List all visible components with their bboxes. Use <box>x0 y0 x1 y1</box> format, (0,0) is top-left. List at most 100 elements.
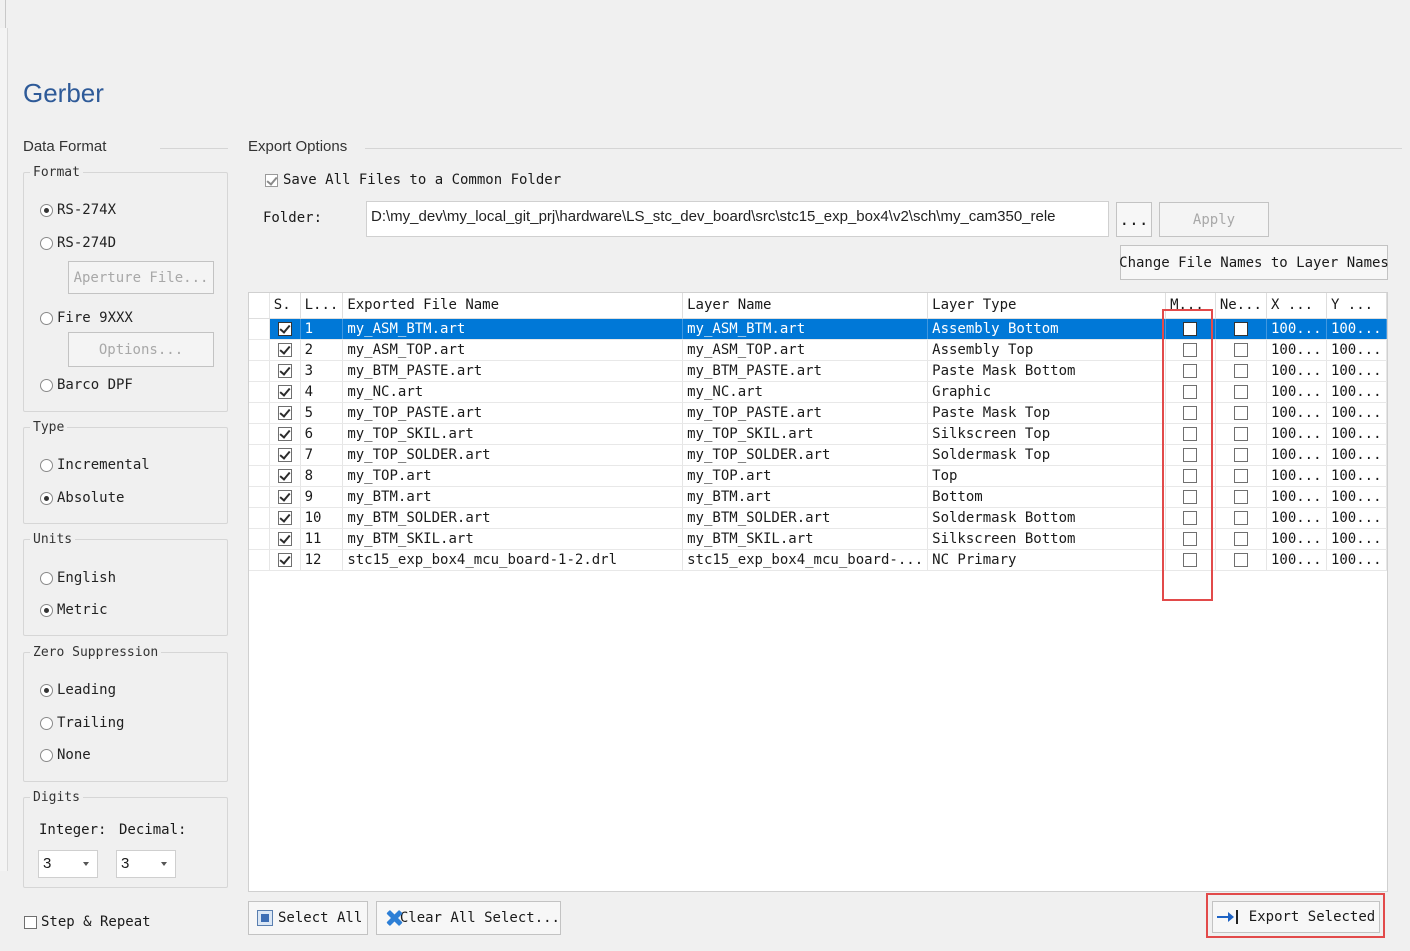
radio-none[interactable]: None <box>40 747 91 763</box>
checkbox-box <box>277 363 292 378</box>
table-row[interactable]: 10 my_BTM_SOLDER.art my_BTM_SOLDER.art Sold… <box>249 507 1387 529</box>
clear-all-select-button[interactable]: Clear All Select... <box>376 901 561 935</box>
negative-checkbox[interactable] <box>1215 549 1267 571</box>
radio-dot <box>40 311 53 325</box>
select-all-icon <box>257 910 273 926</box>
layer-name: my_TOP_PASTE.art <box>682 402 929 424</box>
radio-trailing[interactable]: Trailing <box>40 715 124 731</box>
column-header[interactable]: X ... <box>1266 293 1327 319</box>
x-value: 100... <box>1266 444 1327 466</box>
negative-checkbox[interactable] <box>1215 360 1267 382</box>
radio-dot <box>40 491 53 505</box>
radio-fire9xxx[interactable]: Fire 9XXX <box>40 310 133 326</box>
layers-grid[interactable]: S. L... Exported File Name Layer Name La… <box>248 292 1388 892</box>
table-row[interactable]: 1 my_ASM_BTM.art my_ASM_BTM.art Assembly Bo… <box>249 318 1387 340</box>
negative-checkbox[interactable] <box>1215 507 1267 529</box>
radio-absolute[interactable]: Absolute <box>40 490 124 506</box>
table-row[interactable]: 8 my_TOP.art my_TOP.art Top 100... 100... <box>249 465 1387 487</box>
negative-checkbox[interactable] <box>1215 528 1267 550</box>
export-selected-button[interactable]: Export Selected <box>1212 901 1380 933</box>
radio-barco-dpf[interactable]: Barco DPF <box>40 377 133 393</box>
negative-checkbox[interactable] <box>1215 465 1267 487</box>
column-header[interactable]: Layer Name <box>682 293 929 319</box>
negative-checkbox[interactable] <box>1215 381 1267 403</box>
decimal-combo[interactable]: 3 <box>116 850 176 878</box>
row-select-checkbox[interactable] <box>269 444 301 466</box>
column-header[interactable]: L... <box>300 293 344 319</box>
table-row[interactable]: 4 my_NC.art my_NC.art Graphic 100... 100... <box>249 381 1387 403</box>
negative-checkbox[interactable] <box>1215 486 1267 508</box>
table-row[interactable]: 2 my_ASM_TOP.art my_ASM_TOP.art Assembly To… <box>249 339 1387 361</box>
layer-name: my_TOP_SOLDER.art <box>682 444 929 466</box>
aperture-file-button[interactable]: Aperture File... <box>68 261 214 294</box>
browse-button[interactable]: ... <box>1116 202 1152 237</box>
negative-checkbox[interactable] <box>1215 444 1267 466</box>
row-select-checkbox[interactable] <box>269 549 301 571</box>
decimal-label: Decimal: <box>119 822 187 838</box>
format-legend: Format <box>33 165 80 180</box>
column-header[interactable]: S. <box>269 293 301 319</box>
radio-rs274d[interactable]: RS-274D <box>40 235 116 251</box>
exported-file-name: my_TOP.art <box>342 465 684 487</box>
table-row[interactable]: 3 my_BTM_PASTE.art my_BTM_PASTE.art Paste M… <box>249 360 1387 382</box>
row-select-checkbox[interactable] <box>269 507 301 529</box>
layer-name: my_TOP_SKIL.art <box>682 423 929 445</box>
save-common-folder-checkbox[interactable]: Save All Files to a Common Folder <box>265 172 561 188</box>
radio-english[interactable]: English <box>40 570 116 586</box>
row-select-checkbox[interactable] <box>269 381 301 403</box>
radio-leading[interactable]: Leading <box>40 682 116 698</box>
radio-incremental[interactable]: Incremental <box>40 457 150 473</box>
exported-file-name: my_TOP_SKIL.art <box>342 423 684 445</box>
negative-checkbox[interactable] <box>1215 318 1267 340</box>
row-header <box>249 507 270 529</box>
table-row[interactable]: 9 my_BTM.art my_BTM.art Bottom 100... 100... <box>249 486 1387 508</box>
column-header[interactable]: Layer Type <box>927 293 1167 319</box>
negative-checkbox[interactable] <box>1215 402 1267 424</box>
integer-label: Integer: <box>39 822 107 838</box>
table-row[interactable]: 6 my_TOP_SKIL.art my_TOP_SKIL.art Silkscree… <box>249 423 1387 445</box>
row-select-checkbox[interactable] <box>269 339 301 361</box>
layer-number: 4 <box>300 381 344 403</box>
row-select-checkbox[interactable] <box>269 402 301 424</box>
checkbox-box <box>265 173 278 187</box>
step-repeat-checkbox[interactable]: Step & Repeat <box>24 914 151 930</box>
layer-number: 3 <box>300 360 344 382</box>
folder-input[interactable]: D:\my_dev\my_local_git_prj\hardware\LS_s… <box>366 201 1109 237</box>
negative-checkbox[interactable] <box>1215 423 1267 445</box>
table-row[interactable]: 7 my_TOP_SOLDER.art my_TOP_SOLDER.art Solde… <box>249 444 1387 466</box>
column-header[interactable]: Exported File Name <box>342 293 684 319</box>
integer-combo[interactable]: 3 <box>38 850 98 878</box>
radio-rs274x[interactable]: RS-274X <box>40 202 116 218</box>
column-header[interactable]: Ne... <box>1215 293 1267 319</box>
x-value: 100... <box>1266 507 1327 529</box>
table-row[interactable]: 12 stc15_exp_box4_mcu_board-1-2.drl stc15_… <box>249 549 1387 571</box>
column-header[interactable]: Y ... <box>1326 293 1387 319</box>
change-file-names-button[interactable]: Change File Names to Layer Names <box>1119 245 1389 280</box>
y-value: 100... <box>1326 423 1387 445</box>
layer-name: my_TOP.art <box>682 465 929 487</box>
select-all-button[interactable]: Select All <box>248 901 368 935</box>
row-header <box>249 318 270 340</box>
layer-number: 7 <box>300 444 344 466</box>
checkbox-box <box>1233 510 1248 525</box>
table-row[interactable]: 11 my_BTM_SKIL.art my_BTM_SKIL.art Silkscre… <box>249 528 1387 550</box>
y-value: 100... <box>1326 339 1387 361</box>
negative-checkbox[interactable] <box>1215 339 1267 361</box>
row-select-checkbox[interactable] <box>269 528 301 550</box>
export-options-rule <box>365 148 1402 149</box>
row-select-checkbox[interactable] <box>269 465 301 487</box>
fire-options-button[interactable]: Options... <box>68 332 214 367</box>
radio-metric[interactable]: Metric <box>40 602 108 618</box>
row-select-checkbox[interactable] <box>269 486 301 508</box>
row-select-checkbox[interactable] <box>269 318 301 340</box>
table-row[interactable]: 5 my_TOP_PASTE.art my_TOP_PASTE.art Paste M… <box>249 402 1387 424</box>
row-select-checkbox[interactable] <box>269 423 301 445</box>
apply-button[interactable]: Apply <box>1159 202 1269 237</box>
x-value: 100... <box>1266 465 1327 487</box>
highlight-mirror-column <box>1162 309 1213 601</box>
layer-type: Silkscreen Bottom <box>927 528 1167 550</box>
exported-file-name: my_BTM_SOLDER.art <box>342 507 684 529</box>
checkbox-box <box>1233 447 1248 462</box>
checkbox-box <box>277 426 292 441</box>
row-select-checkbox[interactable] <box>269 360 301 382</box>
